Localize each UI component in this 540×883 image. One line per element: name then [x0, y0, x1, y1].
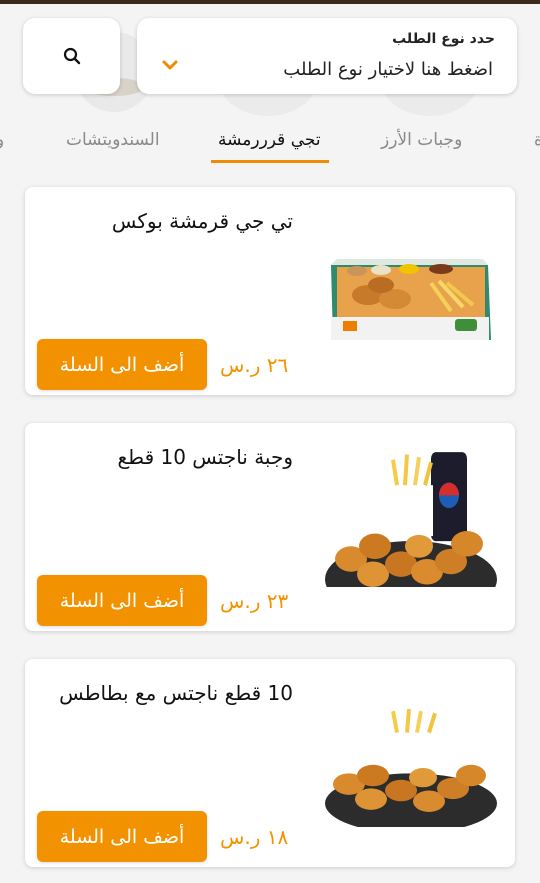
- order-type-label: حدد نوع الطلب: [392, 31, 495, 47]
- add-to-cart-button[interactable]: أضف الى السلة: [37, 339, 207, 390]
- product-card[interactable]: 10 قطع ناجتس مع بطاطس ١٨ ر.س أضف الى الس…: [25, 659, 515, 867]
- order-type-selector[interactable]: حدد نوع الطلب اضغط هنا لاختيار نوع الطلب: [137, 18, 517, 94]
- active-tab-indicator: [211, 160, 329, 163]
- tab-partial-left[interactable]: و: [0, 130, 4, 150]
- product-card[interactable]: وجبة ناجتس 10 قطع ٢٣ ر.س أضف الى السلة: [25, 423, 515, 631]
- nuggets-meal-image[interactable]: [323, 447, 498, 587]
- tab-rice-meals[interactable]: وجبات الأرز: [381, 130, 462, 150]
- add-to-cart-button[interactable]: أضف الى السلة: [37, 811, 207, 862]
- product-price: ١٨ ر.س: [220, 825, 289, 849]
- product-title: وجبة ناجتس 10 قطع: [117, 445, 293, 469]
- order-type-value: اضغط هنا لاختيار نوع الطلب: [283, 59, 493, 80]
- category-tabs: و السندويتشات تجي قرررمشة وجبات الأرز ة: [0, 118, 540, 166]
- chevron-down-icon: [162, 60, 178, 70]
- product-card[interactable]: تي جي قرمشة بوكس ٢٦ ر.س أضف الى السلة: [25, 187, 515, 395]
- search-icon: [63, 47, 80, 65]
- top-image-strip: [0, 0, 540, 4]
- product-price: ٢٦ ر.س: [220, 353, 289, 377]
- product-price: ٢٣ ر.س: [220, 589, 289, 613]
- add-to-cart-button[interactable]: أضف الى السلة: [37, 575, 207, 626]
- box-meal-image[interactable]: [323, 245, 498, 355]
- nuggets-fries-image[interactable]: [323, 709, 498, 827]
- tab-partial-right[interactable]: ة: [534, 130, 540, 150]
- product-title: تي جي قرمشة بوكس: [111, 209, 293, 233]
- search-button[interactable]: [23, 18, 120, 94]
- tab-crispy[interactable]: تجي قرررمشة: [218, 130, 321, 150]
- tab-sandwiches[interactable]: السندويتشات: [66, 130, 160, 150]
- product-title: 10 قطع ناجتس مع بطاطس: [59, 681, 293, 705]
